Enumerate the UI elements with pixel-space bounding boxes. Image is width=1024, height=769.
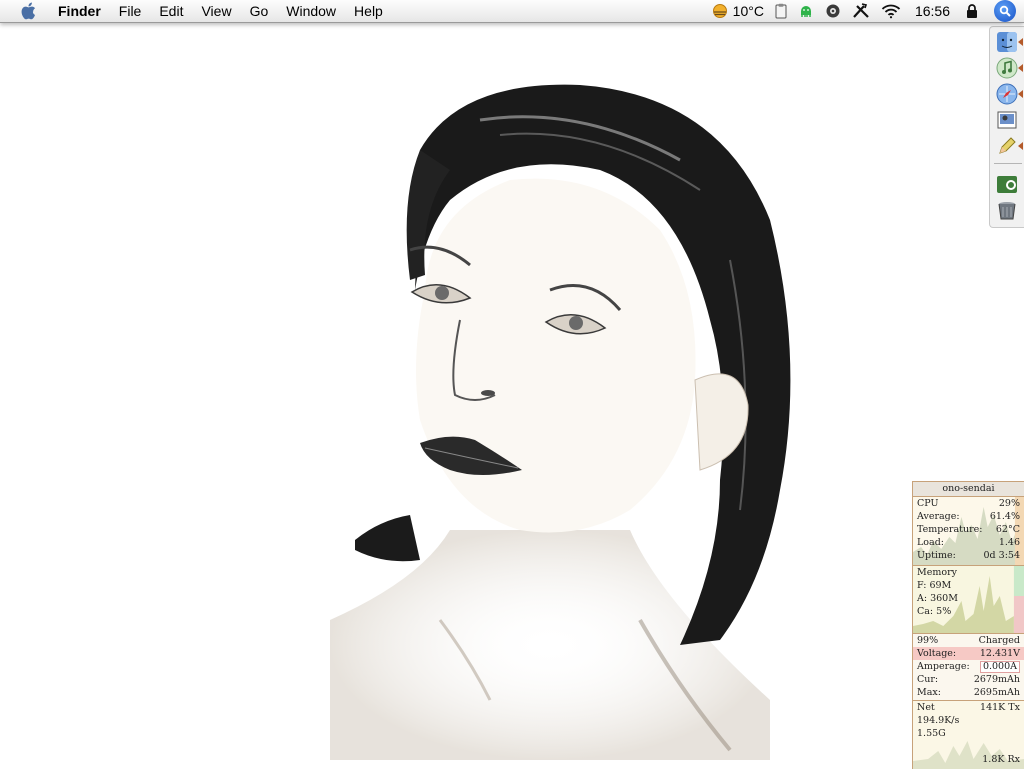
cpu-uptime-row: Uptime: 0d 3:54: [917, 550, 1020, 561]
desktop-wallpaper: [300, 60, 840, 760]
lock-icon[interactable]: [966, 3, 978, 19]
memory-active-row: A: 360M: [917, 593, 958, 604]
cpu-temperature-row: Temperature: 62°C: [917, 524, 1020, 535]
menu-view[interactable]: View: [192, 0, 240, 22]
cpu-row: CPU 29%: [917, 498, 1020, 509]
net-total-row: 1.55G: [917, 728, 946, 739]
tools-icon[interactable]: [852, 3, 870, 19]
weather-menu[interactable]: 10°C: [712, 3, 764, 19]
memory-section: Memory F: 69M A: 360M Ca: 5%: [913, 566, 1024, 634]
cpu-average-row: Average: 61.4%: [917, 511, 1020, 522]
android-icon[interactable]: [798, 3, 814, 19]
itunes-icon[interactable]: [996, 57, 1018, 79]
battery-charge-row: 99% Charged: [917, 635, 1020, 646]
pencil-icon[interactable]: [996, 135, 1018, 157]
finder-icon[interactable]: [996, 31, 1018, 53]
memory-free-row: F: 69M: [917, 580, 952, 591]
weather-temp: 10°C: [732, 3, 764, 19]
dock-separator: [994, 163, 1022, 164]
trash-icon[interactable]: [996, 199, 1018, 221]
apple-icon[interactable]: [17, 0, 39, 22]
memory-cache-row: Ca: 5%: [917, 606, 952, 617]
menu-finder[interactable]: Finder: [49, 0, 110, 22]
menu-window[interactable]: Window: [277, 0, 345, 22]
cpu-load-row: Load: 1.46: [917, 537, 1020, 548]
menu-bar: Finder File Edit View Go Window Help 10°…: [0, 0, 1024, 23]
system-monitor-widget: ono-sendai CPU 29% Average: 61.4% Temperat…: [912, 481, 1024, 769]
battery-max-capacity-row: Max: 2695mAh: [917, 687, 1020, 698]
running-indicator: [1018, 38, 1023, 46]
weather-icon: [712, 3, 728, 19]
dock: [989, 26, 1024, 228]
network-section: Net 141K Tx 194.9K/s 1.55G 1.8K Rx: [913, 701, 1024, 769]
wifi-icon[interactable]: [881, 3, 901, 19]
menu-go[interactable]: Go: [241, 0, 278, 22]
cpu-section: CPU 29% Average: 61.4% Temperature: 62°C Lo…: [913, 497, 1024, 566]
net-row: Net 141K Tx: [917, 702, 1020, 713]
net-rx-row: 1.8K Rx: [982, 754, 1020, 765]
battery-section: 99% Charged Voltage: 12.431V Amperage: 0.00…: [913, 634, 1024, 701]
gear-icon[interactable]: [825, 3, 841, 19]
preview-icon[interactable]: [996, 109, 1018, 131]
net-rate-row: 194.9K/s: [917, 715, 960, 726]
battery-current-capacity-row: Cur: 2679mAh: [917, 674, 1020, 685]
status-area: 10°C 16:56: [701, 0, 1024, 22]
clock[interactable]: 16:56: [915, 3, 950, 19]
safari-icon[interactable]: [996, 83, 1018, 105]
running-indicator: [1018, 142, 1023, 150]
menu-help[interactable]: Help: [345, 0, 392, 22]
spotlight-icon[interactable]: [994, 0, 1016, 22]
running-indicator: [1018, 64, 1023, 72]
clipboard-icon[interactable]: [775, 3, 787, 19]
menu-edit[interactable]: Edit: [150, 0, 192, 22]
battery-amperage-row: Amperage: 0.000A: [913, 660, 1024, 673]
memory-row: Memory: [917, 567, 957, 578]
monitor-title: ono-sendai: [913, 482, 1024, 497]
application-icon[interactable]: [996, 173, 1018, 195]
running-indicator: [1018, 90, 1023, 98]
menu-file[interactable]: File: [110, 0, 151, 22]
battery-voltage-row: Voltage: 12.431V: [913, 647, 1024, 660]
